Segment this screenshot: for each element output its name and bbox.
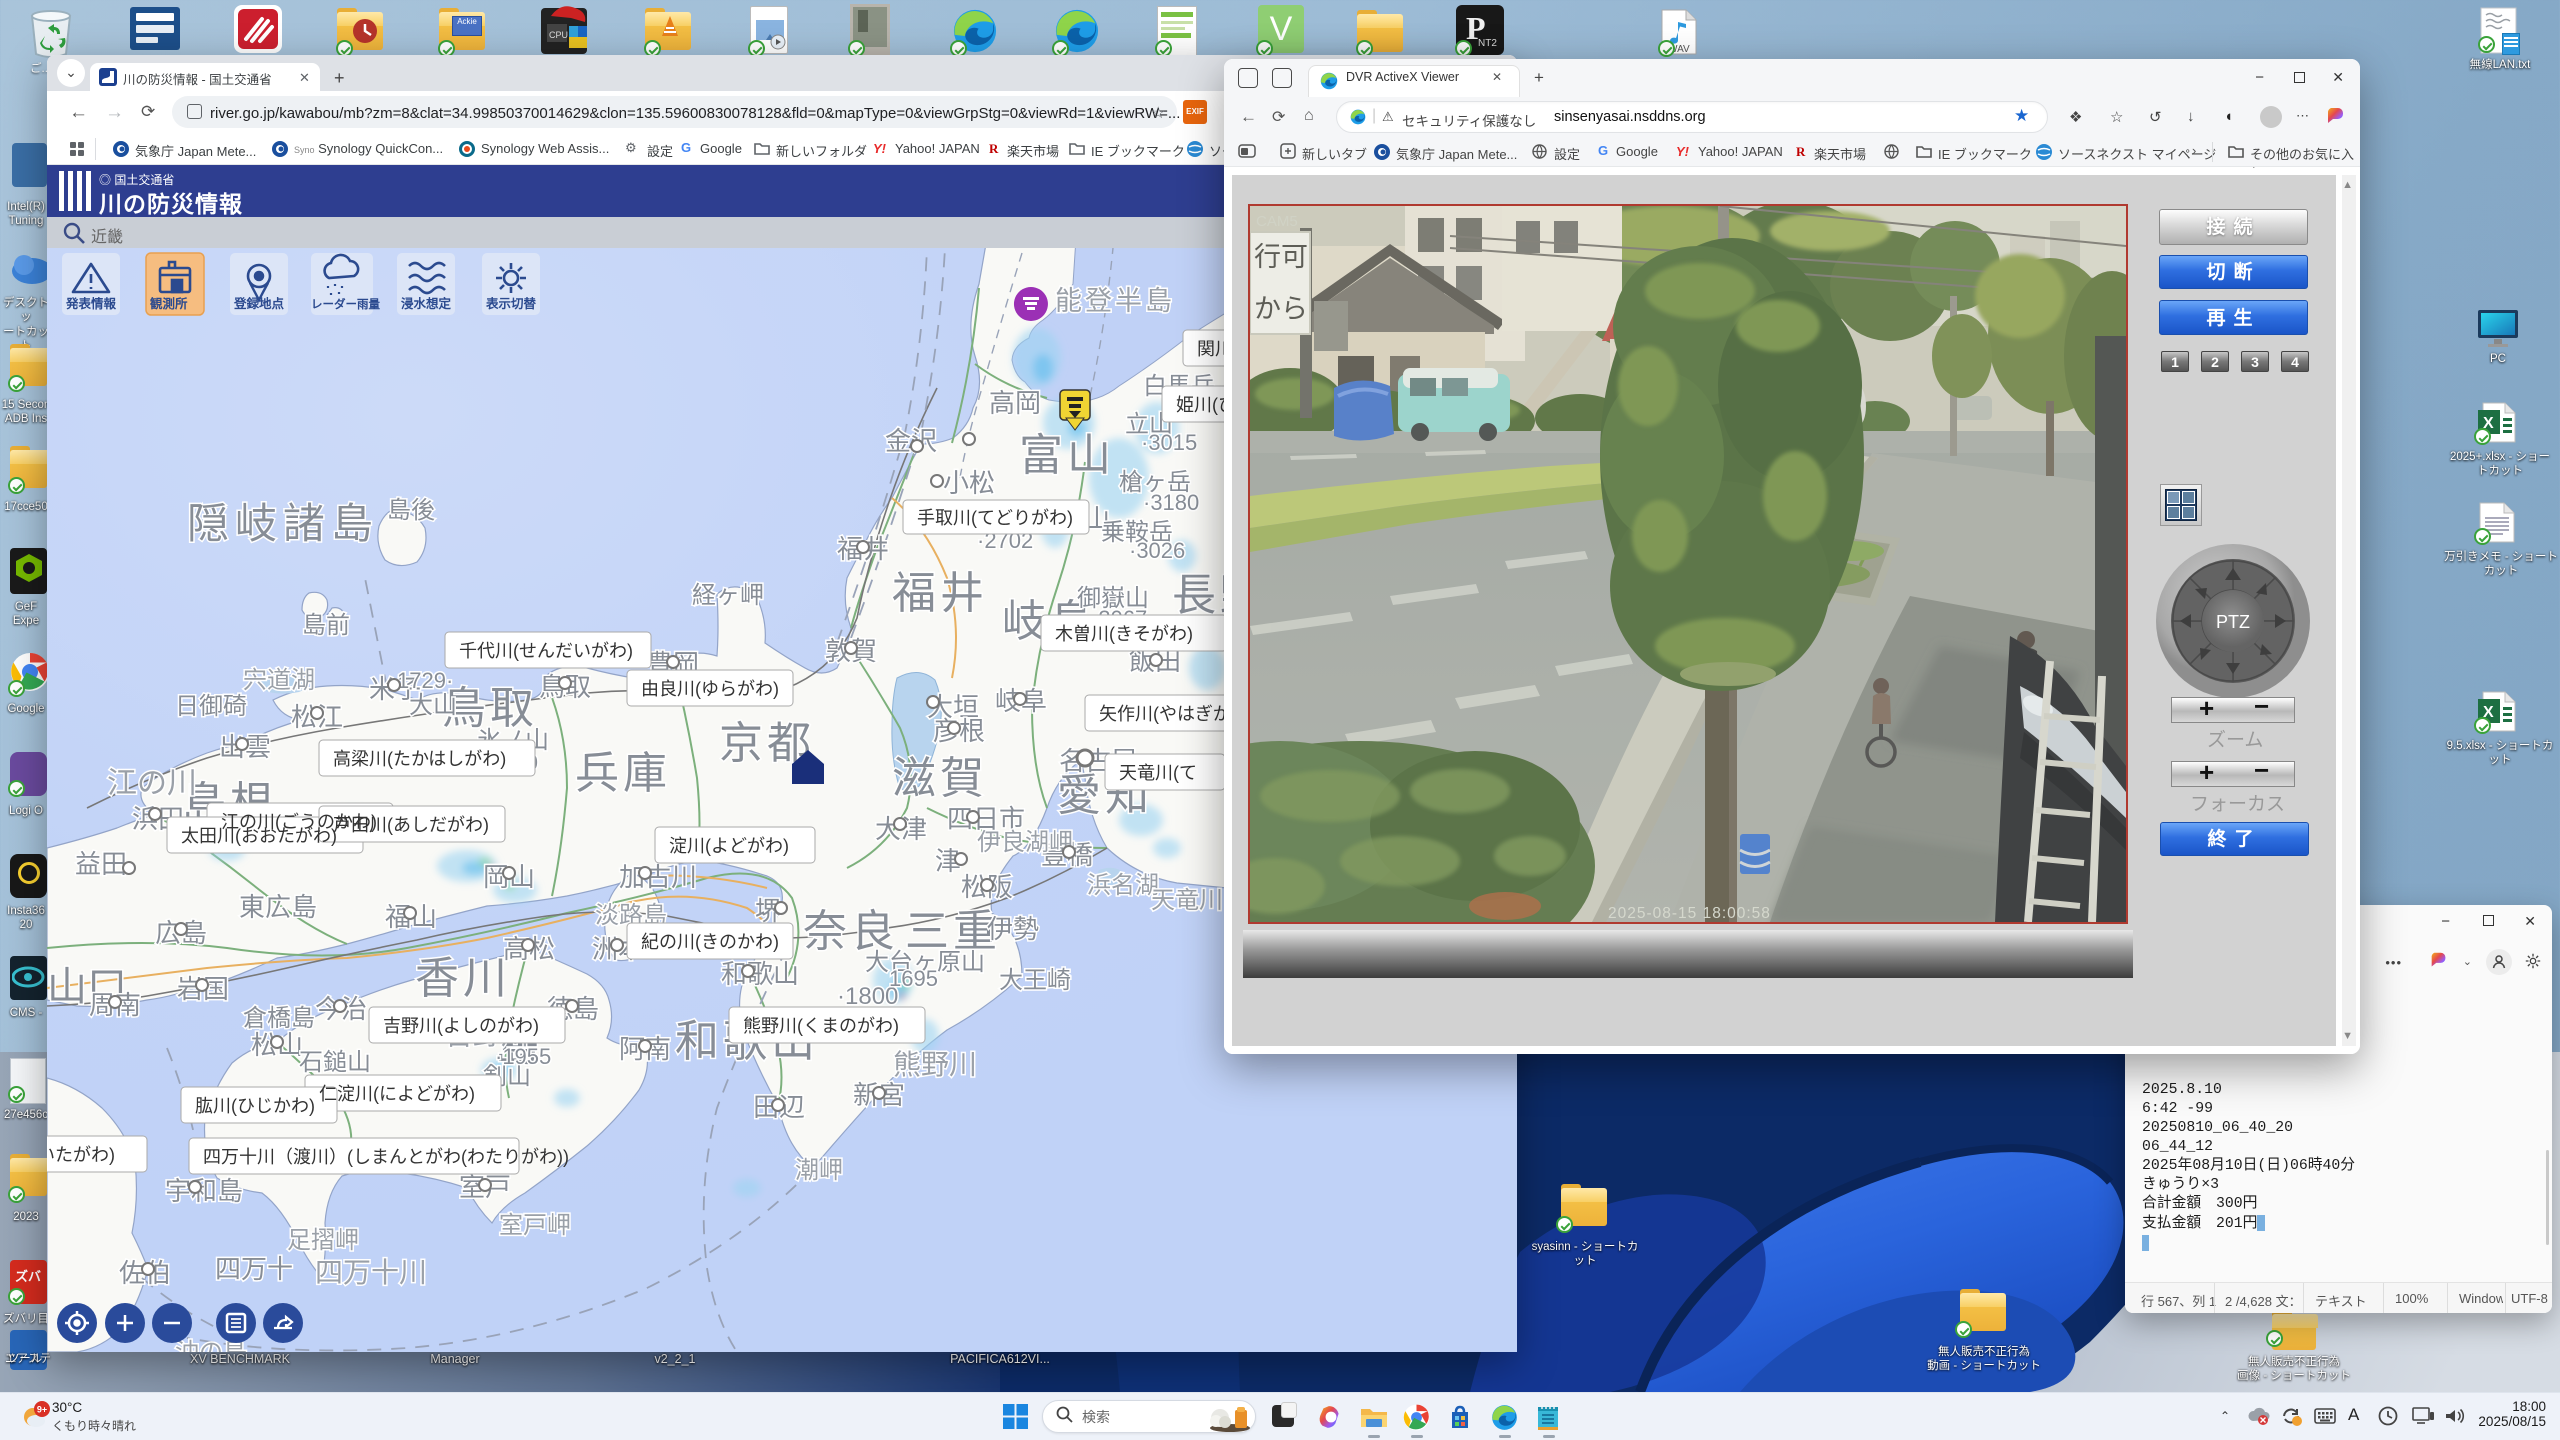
svg-text:東広島: 東広島 <box>239 892 317 922</box>
svg-text:島前: 島前 <box>302 612 350 639</box>
svg-text:島後: 島後 <box>387 497 435 524</box>
svg-text:足摺岬: 足摺岬 <box>287 1227 359 1254</box>
svg-text:レーダー雨量: レーダー雨量 <box>311 297 380 311</box>
svg-text:(おおいたがわ): (おおいたがわ) <box>47 1145 115 1165</box>
svg-text:潮岬: 潮岬 <box>795 1157 843 1184</box>
svg-text:加古川: 加古川 <box>619 862 697 892</box>
svg-text:9+: 9+ <box>37 1405 47 1415</box>
svg-text:四万十川（渡川）(しまんとがわ(わたりがわ)): 四万十川（渡川）(しまんとがわ(わたりがわ)) <box>203 1147 569 1167</box>
svg-text:仁淀川(によどがわ): 仁淀川(によどがわ) <box>319 1084 475 1104</box>
svg-text:CPU: CPU <box>549 30 568 40</box>
svg-text:2025-08-15 18:00:58: 2025-08-15 18:00:58 <box>1608 905 1771 922</box>
svg-text:大王崎: 大王崎 <box>999 967 1071 994</box>
svg-text:高岡: 高岡 <box>989 388 1041 418</box>
svg-text:経ヶ岬: 経ヶ岬 <box>692 582 764 609</box>
svg-text:熊野川(くまのがわ): 熊野川(くまのがわ) <box>743 1016 899 1036</box>
svg-text:熊野川: 熊野川 <box>893 1049 977 1080</box>
svg-text:発表情報: 発表情報 <box>65 296 117 311</box>
svg-text:·3180: ·3180 <box>1143 490 1199 515</box>
svg-text:四万十川: 四万十川 <box>315 1257 427 1288</box>
svg-text:香川: 香川 <box>415 954 511 1003</box>
svg-text:益田: 益田 <box>75 849 127 879</box>
svg-text:淀川(よどがわ): 淀川(よどがわ) <box>669 836 789 856</box>
svg-text:宇和島: 宇和島 <box>165 1176 243 1206</box>
svg-text:和歌山: 和歌山 <box>721 959 799 989</box>
svg-text:高梁川(たかはしがわ): 高梁川(たかはしがわ) <box>333 749 506 769</box>
svg-text:手取川(てどりがわ): 手取川(てどりがわ) <box>917 508 1073 528</box>
svg-text:天竜川(て: 天竜川(て <box>1119 763 1197 783</box>
svg-text:倉橋島: 倉橋島 <box>243 1005 315 1032</box>
svg-text:隠岐諸島: 隠岐諸島 <box>187 500 379 547</box>
svg-text:浸水想定: 浸水想定 <box>401 296 452 311</box>
svg-text:富山: 富山 <box>1019 431 1115 480</box>
svg-text:日御碕: 日御碕 <box>175 693 247 720</box>
svg-text:·3015: ·3015 <box>1141 430 1197 455</box>
svg-text:表示切替: 表示切替 <box>485 296 537 311</box>
svg-text:伊勢: 伊勢 <box>987 914 1039 944</box>
svg-text:1695: 1695 <box>889 966 938 991</box>
svg-text:PTZ: PTZ <box>2216 612 2250 632</box>
svg-text:観測所: 観測所 <box>150 296 188 311</box>
svg-text:江の川: 江の川 <box>107 767 197 800</box>
svg-text:伊良湖岬: 伊良湖岬 <box>977 829 1073 856</box>
svg-text:芦田川(あしだがわ): 芦田川(あしだがわ) <box>333 815 489 835</box>
svg-text:滋賀: 滋賀 <box>892 754 988 803</box>
svg-text:1729·: 1729· <box>397 668 453 693</box>
svg-text:四万十: 四万十 <box>215 1254 293 1284</box>
svg-text:能登半島: 能登半島 <box>1055 286 1175 316</box>
svg-text:兵庫: 兵庫 <box>575 749 671 798</box>
svg-text:千代川(せんだいがわ): 千代川(せんだいがわ) <box>459 641 633 661</box>
svg-text:太田川(おおたがわ): 太田川(おおたがわ) <box>181 826 337 846</box>
svg-text:由良川(ゆらがわ): 由良川(ゆらがわ) <box>641 679 779 699</box>
svg-text:紀の川(きのかわ): 紀の川(きのかわ) <box>641 932 779 952</box>
svg-text:室戸岬: 室戸岬 <box>499 1212 571 1239</box>
svg-text:大山: 大山 <box>409 692 457 719</box>
svg-text:肱川(ひじかわ): 肱川(ひじかわ) <box>195 1096 315 1116</box>
svg-text:吉野川(よしのがわ): 吉野川(よしのがわ) <box>383 1016 539 1036</box>
svg-text:宍道湖: 宍道湖 <box>243 667 315 694</box>
svg-text:木曽川(きそがわ): 木曽川(きそがわ) <box>1055 624 1193 644</box>
svg-text:金沢: 金沢 <box>885 426 937 456</box>
svg-text:小松: 小松 <box>943 468 995 498</box>
svg-text:福井: 福井 <box>892 569 988 618</box>
svg-text:CAM5: CAM5 <box>1256 213 1298 230</box>
svg-text:·3026: ·3026 <box>1129 538 1185 563</box>
svg-text:天竜川: 天竜川 <box>1151 887 1223 914</box>
svg-text:浜名湖: 浜名湖 <box>1087 872 1159 899</box>
